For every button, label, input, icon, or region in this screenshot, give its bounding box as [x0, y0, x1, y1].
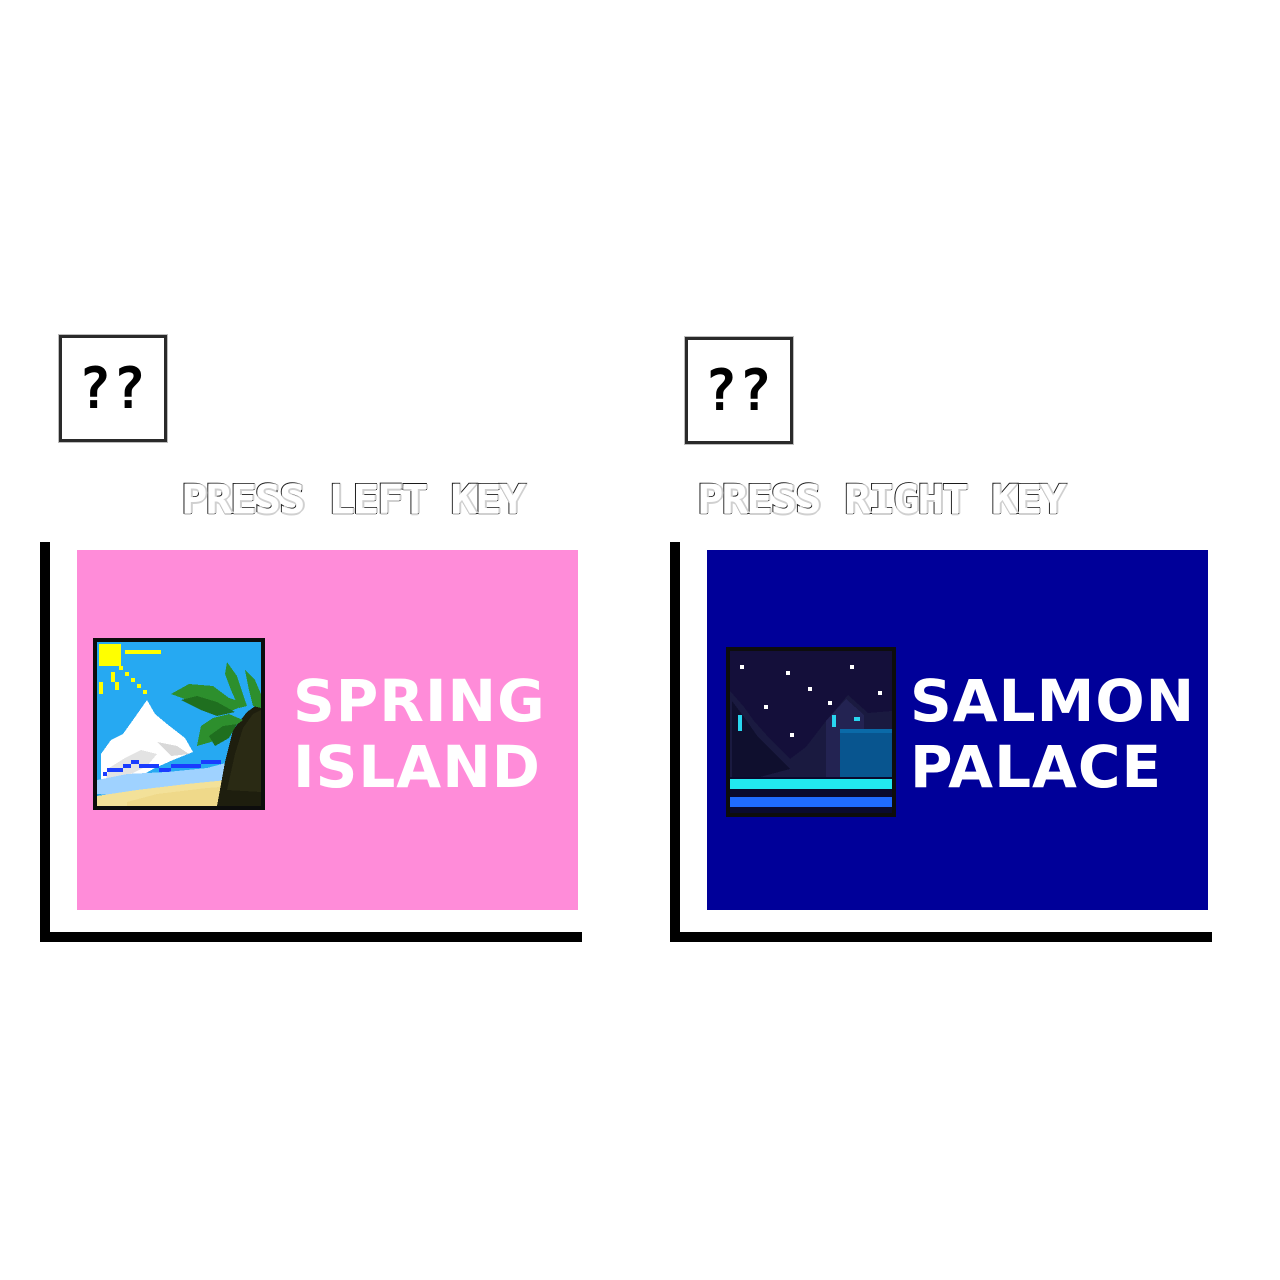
level-title-line1: SPRING — [293, 667, 546, 735]
level-title-line2: PALACE — [910, 733, 1163, 801]
beach-palm-tree-icon — [93, 638, 265, 810]
card-shadow-horizontal — [40, 932, 582, 942]
press-left-key-prompt: PRESS LEFT KEY — [180, 476, 527, 524]
level-title-line1: SALMON — [910, 667, 1196, 735]
level-title: SPRING ISLAND — [293, 668, 546, 800]
card-body[interactable]: SPRING ISLAND — [77, 550, 578, 910]
mystery-box-label: ?? — [78, 354, 148, 422]
mystery-box-left: ?? — [59, 335, 167, 442]
card-shadow-vertical — [670, 542, 680, 942]
night-palace-icon — [726, 647, 896, 817]
level-select-screen: ?? PRESS LEFT KEY SPRING ISLAND ?? PRESS… — [0, 0, 1280, 1280]
mystery-box-right: ?? — [685, 337, 793, 444]
level-title: SALMON PALACE — [910, 668, 1195, 800]
press-right-key-prompt: PRESS RIGHT KEY — [696, 476, 1067, 524]
card-body[interactable]: SALMON PALACE — [707, 550, 1208, 910]
mystery-box-label: ?? — [704, 356, 774, 424]
card-shadow-horizontal — [670, 932, 1212, 942]
level-title-line2: ISLAND — [293, 733, 541, 801]
card-shadow-vertical — [40, 542, 50, 942]
